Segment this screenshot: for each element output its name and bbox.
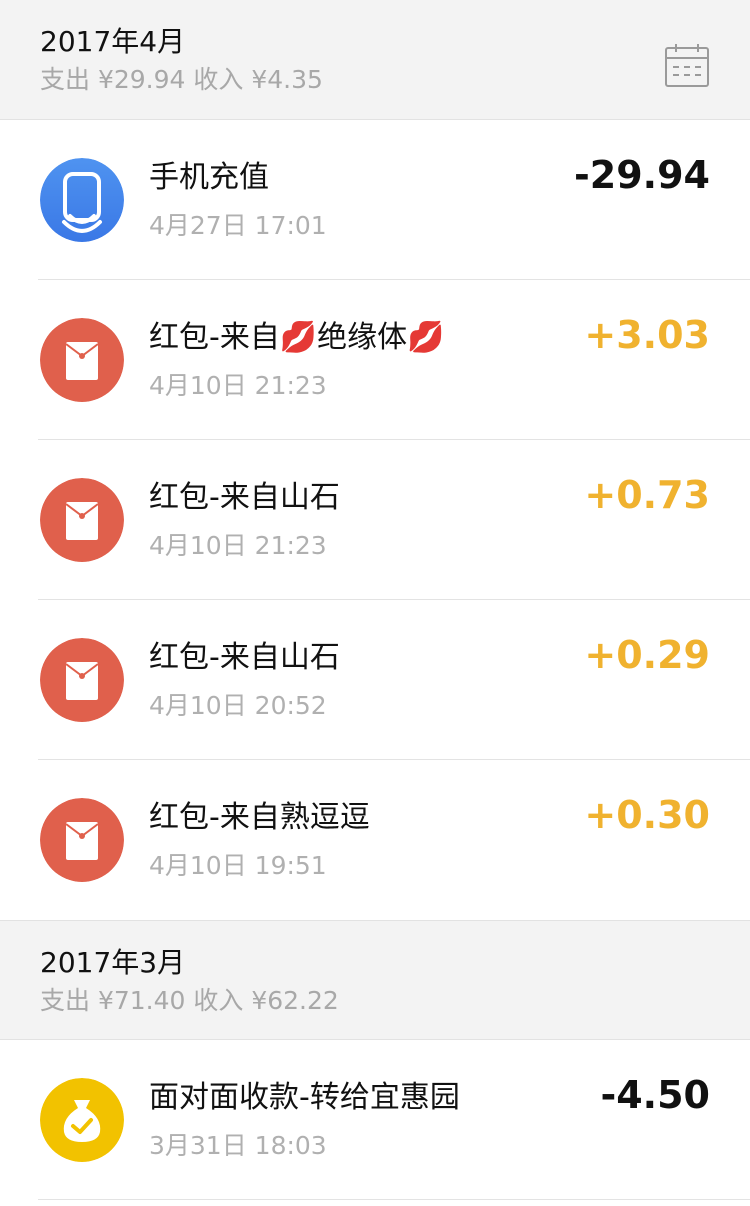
transaction-title: 红包-来自山石: [149, 480, 340, 515]
calendar-icon[interactable]: [664, 42, 710, 88]
red-packet-icon: [40, 798, 124, 882]
red-packet-icon: [40, 478, 124, 562]
transaction-title: 手机充值: [149, 160, 269, 195]
row-divider: [38, 1199, 750, 1200]
transaction-time: 3月31日 18:03: [149, 1131, 327, 1160]
phone-recharge-icon: [40, 158, 124, 242]
month-header-april: 2017年4月 支出 ¥29.94 收入 ¥4.35: [0, 0, 750, 120]
transaction-row[interactable]: 红包-来自山石 4月10日 20:52 +0.29: [0, 600, 750, 760]
money-bag-icon: [40, 1078, 124, 1162]
transaction-row[interactable]: 面对面收款-转给宜惠园 3月31日 18:03 -4.50: [0, 1040, 750, 1200]
transaction-row[interactable]: 红包-来自熟逗逗 4月10日 19:51 +0.30: [0, 760, 750, 920]
transaction-amount: +0.29: [584, 633, 710, 677]
transaction-row[interactable]: 红包-来自山石 4月10日 21:23 +0.73: [0, 440, 750, 600]
month-title: 2017年4月: [40, 25, 186, 58]
month-title: 2017年3月: [40, 946, 186, 979]
transaction-amount: -4.50: [600, 1073, 710, 1117]
transaction-row[interactable]: 手机充值 4月27日 17:01 -29.94: [0, 120, 750, 280]
transaction-amount: -29.94: [574, 153, 710, 197]
transaction-time: 4月10日 20:52: [149, 691, 327, 720]
transaction-time: 4月27日 17:01: [149, 211, 327, 240]
transaction-title: 红包-来自熟逗逗: [149, 800, 370, 835]
transaction-time: 4月10日 21:23: [149, 371, 327, 400]
red-packet-icon: [40, 638, 124, 722]
transaction-title: 红包-来自山石: [149, 640, 340, 675]
transaction-amount: +0.30: [584, 793, 710, 837]
red-packet-icon: [40, 318, 124, 402]
transaction-title: 面对面收款-转给宜惠园: [149, 1080, 460, 1115]
transaction-amount: +0.73: [584, 473, 710, 517]
month-summary: 支出 ¥29.94 收入 ¥4.35: [40, 65, 323, 94]
month-summary: 支出 ¥71.40 收入 ¥62.22: [40, 986, 339, 1015]
transaction-time: 4月10日 21:23: [149, 531, 327, 560]
transaction-title: 红包-来自💋绝缘体💋: [149, 320, 445, 355]
transaction-amount: +3.03: [584, 313, 710, 357]
transaction-row[interactable]: 红包-来自💋绝缘体💋 4月10日 21:23 +3.03: [0, 280, 750, 440]
month-header-march: 2017年3月 支出 ¥71.40 收入 ¥62.22: [0, 920, 750, 1040]
transaction-time: 4月10日 19:51: [149, 851, 327, 880]
